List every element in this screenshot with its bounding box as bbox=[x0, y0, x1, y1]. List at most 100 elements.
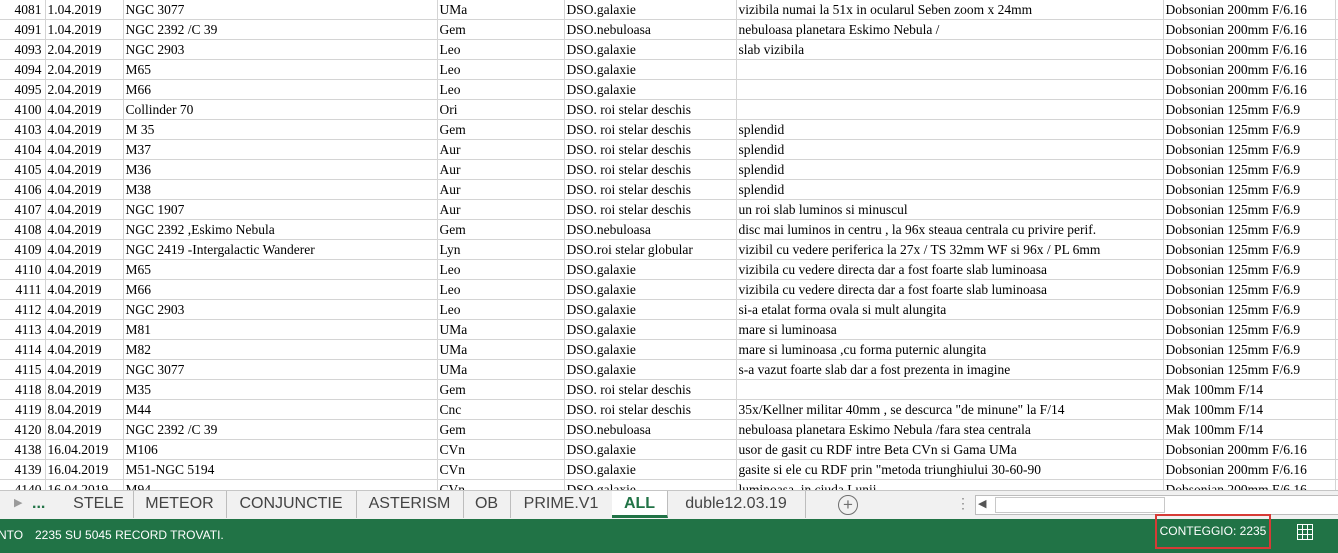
table-cell[interactable]: 4.04.2019 bbox=[45, 239, 124, 260]
table-cell[interactable]: 8.04.2019 bbox=[45, 399, 124, 420]
table-cell[interactable]: DSO. roi stelar deschis bbox=[564, 399, 737, 420]
table-cell[interactable]: DSO.galaxie bbox=[564, 299, 737, 320]
table-cell[interactable]: Dobsonian 200mm F/6.16 bbox=[1163, 0, 1336, 20]
sheet-tab[interactable]: METEOR bbox=[133, 491, 227, 518]
table-cell[interactable]: nebuloasa planetara Eskimo Nebula / bbox=[736, 19, 1164, 40]
table-cell[interactable]: 4095 bbox=[0, 79, 46, 100]
table-cell[interactable]: Dobsonian 125mm F/6.9 bbox=[1163, 259, 1336, 280]
table-cell[interactable]: DSO.nebuloasa bbox=[564, 19, 737, 40]
table-cell[interactable]: Gem bbox=[437, 119, 565, 140]
table-cell[interactable]: DSO.galaxie bbox=[564, 59, 737, 80]
table-cell[interactable]: M66 bbox=[123, 279, 438, 300]
table-cell[interactable]: vizibila numai la 51x in ocularul Seben … bbox=[736, 0, 1164, 20]
table-cell[interactable]: luminoasa, in ciuda Lunii bbox=[736, 479, 1164, 490]
table-cell[interactable]: UMa bbox=[437, 319, 565, 340]
table-cell[interactable]: M36 bbox=[123, 159, 438, 180]
table-cell[interactable]: M51-NGC 5194 bbox=[123, 459, 438, 480]
table-cell[interactable]: DSO. roi stelar deschis bbox=[564, 119, 737, 140]
horizontal-scrollbar[interactable]: ◀ bbox=[975, 495, 1338, 515]
table-cell[interactable]: Mak 100mm F/14 bbox=[1163, 399, 1336, 420]
table-cell[interactable]: Dobsonian 125mm F/6.9 bbox=[1163, 359, 1336, 380]
table-cell[interactable]: Dobsonian 125mm F/6.9 bbox=[1163, 339, 1336, 360]
table-cell[interactable]: 4081 bbox=[0, 0, 46, 20]
table-cell[interactable]: 4093 bbox=[0, 39, 46, 60]
table-cell[interactable]: si-a etalat forma ovala si mult alungita bbox=[736, 299, 1164, 320]
table-cell[interactable]: 4.04.2019 bbox=[45, 199, 124, 220]
table-cell[interactable]: un roi slab luminos si minuscul bbox=[736, 199, 1164, 220]
table-cell[interactable]: Dobsonian 200mm F/6.16 bbox=[1163, 459, 1336, 480]
table-cell[interactable]: 4094 bbox=[0, 59, 46, 80]
table-cell[interactable]: 4107 bbox=[0, 199, 46, 220]
table-cell[interactable]: Dobsonian 200mm F/6.16 bbox=[1163, 19, 1336, 40]
table-cell[interactable]: DSO. roi stelar deschis bbox=[564, 199, 737, 220]
table-cell[interactable]: splendid bbox=[736, 179, 1164, 200]
table-cell[interactable]: 4113 bbox=[0, 319, 46, 340]
table-cell[interactable]: 16.04.2019 bbox=[45, 459, 124, 480]
table-cell[interactable]: DSO. roi stelar deschis bbox=[564, 379, 737, 400]
table-cell[interactable]: M81 bbox=[123, 319, 438, 340]
table-cell[interactable]: 4.04.2019 bbox=[45, 159, 124, 180]
scroll-left-arrow-icon[interactable]: ◀ bbox=[978, 497, 986, 510]
table-cell[interactable]: NGC 2392 /C 39 bbox=[123, 19, 438, 40]
table-cell[interactable]: M38 bbox=[123, 179, 438, 200]
table-cell[interactable]: 4140 bbox=[0, 479, 46, 490]
table-cell[interactable]: splendid bbox=[736, 159, 1164, 180]
table-cell[interactable]: Dobsonian 200mm F/6.16 bbox=[1163, 439, 1336, 460]
table-cell[interactable]: 4114 bbox=[0, 339, 46, 360]
table-cell[interactable]: 4110 bbox=[0, 259, 46, 280]
table-cell[interactable]: NGC 2392 /C 39 bbox=[123, 419, 438, 440]
table-cell[interactable]: DSO.galaxie bbox=[564, 39, 737, 60]
table-cell[interactable]: vizibil cu vedere periferica la 27x / TS… bbox=[736, 239, 1164, 260]
table-cell[interactable]: NGC 2903 bbox=[123, 299, 438, 320]
normal-view-icon[interactable] bbox=[1297, 524, 1313, 540]
table-cell[interactable]: 4.04.2019 bbox=[45, 339, 124, 360]
table-cell[interactable]: Cnc bbox=[437, 399, 565, 420]
table-cell[interactable]: M65 bbox=[123, 259, 438, 280]
table-cell[interactable]: 4.04.2019 bbox=[45, 259, 124, 280]
table-cell[interactable]: Dobsonian 125mm F/6.9 bbox=[1163, 319, 1336, 340]
table-cell[interactable]: Dobsonian 125mm F/6.9 bbox=[1163, 199, 1336, 220]
table-cell[interactable]: 4120 bbox=[0, 419, 46, 440]
table-cell[interactable]: M65 bbox=[123, 59, 438, 80]
table-cell[interactable]: Aur bbox=[437, 199, 565, 220]
table-cell[interactable]: s-a vazut foarte slab dar a fost prezent… bbox=[736, 359, 1164, 380]
table-cell[interactable]: mare si luminoasa ,cu forma puternic alu… bbox=[736, 339, 1164, 360]
table-cell[interactable]: DSO.galaxie bbox=[564, 479, 737, 490]
table-cell[interactable]: Dobsonian 125mm F/6.9 bbox=[1163, 279, 1336, 300]
table-cell[interactable]: 2.04.2019 bbox=[45, 39, 124, 60]
table-cell[interactable]: 4119 bbox=[0, 399, 46, 420]
table-cell[interactable]: Leo bbox=[437, 39, 565, 60]
table-cell[interactable]: 4.04.2019 bbox=[45, 99, 124, 120]
table-cell[interactable]: 4111 bbox=[0, 279, 46, 300]
tab-scroll-left-icon[interactable]: ▶ bbox=[14, 496, 22, 509]
table-cell[interactable]: M82 bbox=[123, 339, 438, 360]
table-cell[interactable]: M44 bbox=[123, 399, 438, 420]
table-cell[interactable]: splendid bbox=[736, 119, 1164, 140]
table-cell[interactable]: DSO.galaxie bbox=[564, 79, 737, 100]
table-cell[interactable]: DSO.nebuloasa bbox=[564, 219, 737, 240]
table-cell[interactable]: Aur bbox=[437, 159, 565, 180]
table-cell[interactable]: NGC 2392 ,Eskimo Nebula bbox=[123, 219, 438, 240]
sheet-tab[interactable]: OB bbox=[463, 491, 511, 518]
table-cell[interactable]: 4.04.2019 bbox=[45, 119, 124, 140]
table-cell[interactable]: M35 bbox=[123, 379, 438, 400]
table-cell[interactable]: 4115 bbox=[0, 359, 46, 380]
table-cell[interactable]: Dobsonian 125mm F/6.9 bbox=[1163, 159, 1336, 180]
plus-circle-icon[interactable]: + bbox=[838, 495, 858, 515]
table-cell[interactable]: 4106 bbox=[0, 179, 46, 200]
table-cell[interactable]: DSO.galaxie bbox=[564, 0, 737, 20]
table-cell[interactable]: M66 bbox=[123, 79, 438, 100]
table-cell[interactable]: Dobsonian 125mm F/6.9 bbox=[1163, 299, 1336, 320]
table-cell[interactable]: UMa bbox=[437, 359, 565, 380]
sheet-tab[interactable]: PRIME.V1 bbox=[510, 491, 613, 518]
table-cell[interactable]: nebuloasa planetara Eskimo Nebula /fara … bbox=[736, 419, 1164, 440]
table-cell[interactable] bbox=[736, 59, 1164, 80]
sheet-tab[interactable]: CONJUNCTIE bbox=[226, 491, 357, 518]
table-cell[interactable]: CVn bbox=[437, 459, 565, 480]
table-cell[interactable] bbox=[736, 79, 1164, 100]
table-cell[interactable]: 1.04.2019 bbox=[45, 19, 124, 40]
table-cell[interactable]: Dobsonian 125mm F/6.9 bbox=[1163, 139, 1336, 160]
table-cell[interactable]: UMa bbox=[437, 0, 565, 20]
table-cell[interactable]: disc mai luminos in centru , la 96x stea… bbox=[736, 219, 1164, 240]
table-cell[interactable]: splendid bbox=[736, 139, 1164, 160]
